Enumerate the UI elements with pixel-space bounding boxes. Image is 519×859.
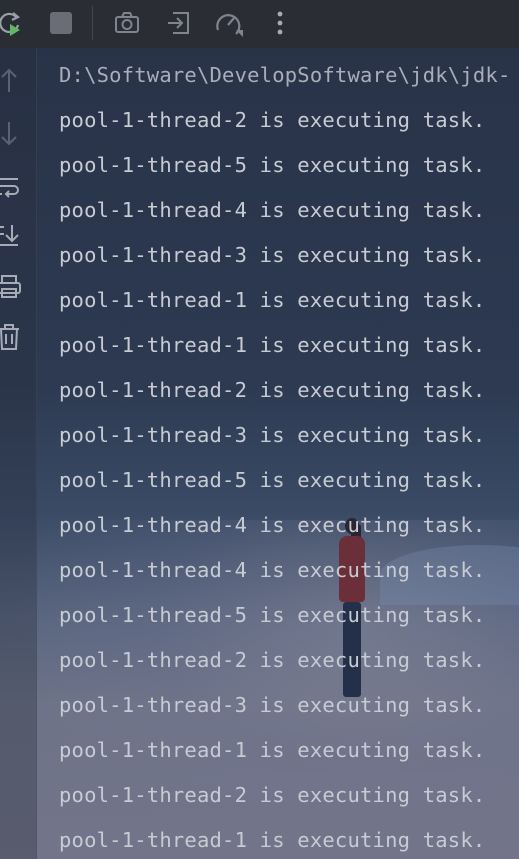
console-line: pool-1-thread-5 is executing task.	[59, 153, 486, 177]
exit-icon[interactable]	[164, 8, 194, 38]
console-output[interactable]: D:\Software\DevelopSoftware\jdk\jdk- poo…	[59, 48, 519, 859]
run-toolbar	[0, 0, 519, 48]
rerun-icon[interactable]	[0, 8, 26, 38]
console-line: pool-1-thread-4 is executing task.	[59, 558, 486, 582]
stop-icon[interactable]	[46, 8, 76, 38]
console-side-toolbar	[0, 48, 37, 859]
more-icon[interactable]	[265, 8, 295, 38]
console-line: pool-1-thread-2 is executing task.	[59, 378, 486, 402]
camera-icon[interactable]	[112, 8, 142, 38]
console-line: pool-1-thread-1 is executing task.	[59, 828, 486, 852]
print-icon[interactable]	[0, 272, 24, 302]
console-line-command: D:\Software\DevelopSoftware\jdk\jdk-	[59, 63, 511, 87]
scroll-to-end-icon[interactable]	[0, 220, 24, 250]
console-line: pool-1-thread-4 is executing task.	[59, 198, 486, 222]
console-line: pool-1-thread-5 is executing task.	[59, 468, 486, 492]
toolbar-separator	[92, 6, 93, 40]
soft-wrap-icon[interactable]	[0, 172, 24, 202]
console-line: pool-1-thread-2 is executing task.	[59, 108, 486, 132]
console-line: pool-1-thread-1 is executing task.	[59, 333, 486, 357]
run-console-window: D:\Software\DevelopSoftware\jdk\jdk- poo…	[0, 0, 519, 859]
console-line: pool-1-thread-3 is executing task.	[59, 693, 486, 717]
console-line: pool-1-thread-3 is executing task.	[59, 423, 486, 447]
console-line: pool-1-thread-2 is executing task.	[59, 783, 486, 807]
console-line: pool-1-thread-3 is executing task.	[59, 243, 486, 267]
console-line: pool-1-thread-1 is executing task.	[59, 288, 486, 312]
up-arrow-icon[interactable]	[0, 66, 24, 96]
profiler-icon[interactable]	[214, 8, 244, 38]
console-line: pool-1-thread-1 is executing task.	[59, 738, 486, 762]
console-line: pool-1-thread-5 is executing task.	[59, 603, 486, 627]
down-arrow-icon[interactable]	[0, 118, 24, 148]
trash-icon[interactable]	[0, 322, 24, 352]
console-line: pool-1-thread-2 is executing task.	[59, 648, 486, 672]
console-line: pool-1-thread-4 is executing task.	[59, 513, 486, 537]
